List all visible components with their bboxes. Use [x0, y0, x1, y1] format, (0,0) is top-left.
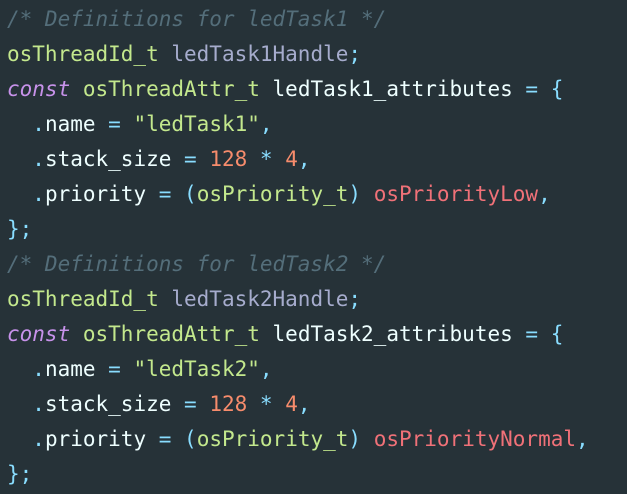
code-token-ident [70, 77, 83, 101]
code-token-type: osThreadId_t [7, 42, 159, 66]
code-token-punct: * [259, 392, 273, 416]
code-token-type: osThreadAttr_t [82, 77, 260, 101]
code-token-ident [7, 182, 32, 206]
code-token-ident [70, 322, 83, 346]
code-token-prop: stack_size [44, 147, 185, 171]
code-token-punct: , [538, 182, 551, 206]
code-token-punct: = [184, 147, 210, 171]
code-token-type: osThreadAttr_t [82, 322, 260, 346]
code-token-punct: . [32, 427, 45, 451]
code-token-punct: * [259, 147, 273, 171]
code-line[interactable]: const osThreadAttr_t ledTask1_attributes… [7, 72, 563, 107]
code-token-ident [159, 287, 172, 311]
code-token-enumval: osPriorityNormal [373, 427, 577, 451]
code-line[interactable]: /* Definitions for ledTask2 */ [7, 247, 386, 282]
code-token-punct: = { [525, 77, 564, 101]
code-token-type: osPriority_t [196, 427, 349, 451]
code-line[interactable]: /* Definitions for ledTask1 */ [7, 2, 386, 37]
code-token-ident [247, 392, 260, 416]
code-token-punct: . [32, 147, 45, 171]
code-line[interactable]: .name = "ledTask1", [7, 107, 273, 142]
code-token-punct: = { [525, 322, 564, 346]
code-token-punct: ; [348, 42, 362, 66]
code-token-keyword: const [7, 77, 71, 101]
code-token-ident [247, 147, 260, 171]
code-token-ident [7, 147, 32, 171]
code-line[interactable]: .stack_size = 128 * 4, [7, 142, 311, 177]
code-line[interactable]: osThreadId_t ledTask1Handle; [7, 37, 361, 72]
code-token-punct: = [184, 392, 210, 416]
code-token-punct: ) [348, 427, 362, 451]
code-token-punct: , [297, 147, 311, 171]
code-token-number: 4 [285, 392, 298, 416]
code-token-prop: priority [44, 182, 159, 206]
code-line[interactable]: .priority = (osPriority_t) osPriorityNor… [7, 422, 589, 457]
code-token-comment: /* Definitions for ledTask2 */ [7, 252, 387, 276]
code-token-prop: stack_size [44, 392, 185, 416]
code-token-ident [7, 112, 32, 136]
code-line[interactable]: .priority = (osPriority_t) osPriorityLow… [7, 177, 551, 212]
code-token-prop: name [44, 357, 109, 381]
code-token-punct: }; [7, 217, 33, 241]
code-token-ident [273, 392, 286, 416]
code-token-number: 128 [209, 392, 248, 416]
code-token-punct: , [259, 112, 273, 136]
code-token-var: ledTask1Handle [171, 42, 349, 66]
code-line[interactable]: }; [7, 457, 32, 492]
code-token-punct: }; [7, 462, 33, 486]
code-token-punct: = ( [158, 427, 197, 451]
code-token-punct: = [108, 112, 134, 136]
code-token-comment: /* Definitions for ledTask1 */ [7, 7, 387, 31]
code-token-prop: priority [44, 427, 159, 451]
code-token-ident [361, 427, 374, 451]
code-token-punct: ; [348, 287, 362, 311]
code-editor[interactable]: /* Definitions for ledTask1 */ osThreadId… [0, 0, 627, 494]
code-token-ident [361, 182, 374, 206]
code-token-punct: ) [348, 182, 362, 206]
code-token-prop: name [44, 112, 109, 136]
code-line[interactable]: .name = "ledTask2", [7, 352, 273, 387]
code-token-ident [7, 427, 32, 451]
code-line[interactable]: }; [7, 212, 32, 247]
code-token-punct: . [32, 392, 45, 416]
code-token-string: "ledTask2" [133, 357, 260, 381]
code-token-number: 4 [285, 147, 298, 171]
code-token-ident [7, 392, 32, 416]
code-token-punct: , [259, 357, 273, 381]
code-token-string: "ledTask1" [133, 112, 260, 136]
code-line[interactable]: osThreadId_t ledTask2Handle; [7, 282, 361, 317]
code-token-keyword: const [7, 322, 71, 346]
code-token-punct: . [32, 357, 45, 381]
code-token-var: ledTask2Handle [171, 287, 349, 311]
code-token-punct: , [297, 392, 311, 416]
code-token-enumval: osPriorityLow [373, 182, 539, 206]
code-token-punct: , [576, 427, 589, 451]
code-token-type: osPriority_t [196, 182, 349, 206]
code-token-punct: = [108, 357, 134, 381]
code-token-ident [273, 147, 286, 171]
code-token-ident: ledTask1_attributes [259, 77, 526, 101]
code-line[interactable]: .stack_size = 128 * 4, [7, 387, 311, 422]
code-token-punct: . [32, 112, 45, 136]
code-token-ident [159, 42, 172, 66]
code-token-number: 128 [209, 147, 248, 171]
code-token-punct: . [32, 182, 45, 206]
code-token-punct: = ( [158, 182, 197, 206]
code-token-ident [7, 357, 32, 381]
code-line[interactable]: const osThreadAttr_t ledTask2_attributes… [7, 317, 563, 352]
code-token-ident: ledTask2_attributes [259, 322, 526, 346]
code-token-type: osThreadId_t [7, 287, 159, 311]
